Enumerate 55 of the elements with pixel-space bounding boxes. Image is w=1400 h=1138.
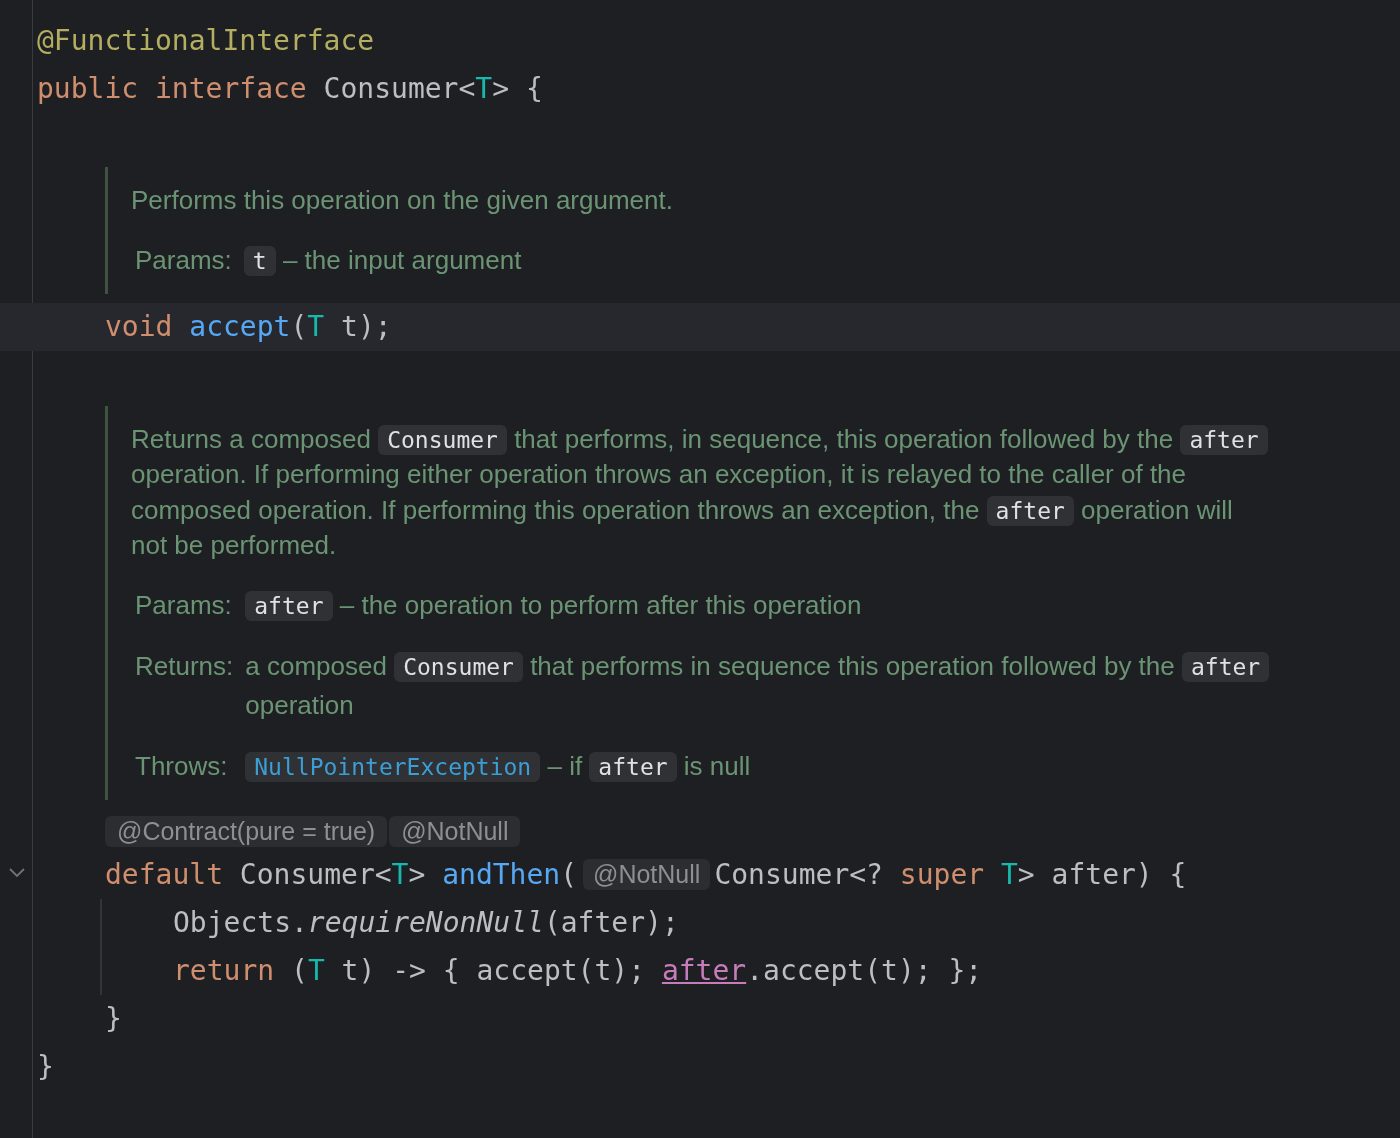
inline-code: after <box>1182 651 1270 682</box>
code-text: ( <box>560 858 578 891</box>
code-text: > after) { <box>1017 858 1187 891</box>
code-text: > { <box>492 71 543 105</box>
inline-code: t <box>243 245 276 276</box>
doc-tag-label: Params: <box>135 243 232 277</box>
keyword: super <box>899 858 985 891</box>
doc-tag-text: a composed Consumer that performs in sequence this operation followed by the after operation <box>245 646 1271 725</box>
type-parameter: T <box>999 858 1018 891</box>
keyword: public <box>37 71 139 105</box>
doc-tag-label: Params: <box>135 588 233 622</box>
code-text: Consumer< <box>322 71 476 105</box>
chevron-icon[interactable] <box>8 866 26 879</box>
type-parameter: T <box>307 954 325 987</box>
doc-tag-label: Throws: <box>135 749 229 783</box>
code-text: Consumer< <box>238 858 392 891</box>
keyword: default <box>105 858 223 891</box>
doc-description: Returns a composed Consumer that performs, in sequence, this operation followed by the after operation. If performing either operation throws an exception, it is relayed to the caller of the composed operation. If performing this operation throws an exception, the after operation will not be performed. <box>131 421 1271 564</box>
method-call: requireNonNull <box>307 906 544 939</box>
annotation: @FunctionalInterface <box>37 23 375 57</box>
inline-code: after <box>1180 424 1268 455</box>
doc-tag-text: t – the input argument <box>243 240 1271 280</box>
code-text: .accept(t); }; <box>746 954 983 987</box>
method-name: andThen <box>441 858 561 891</box>
inlay-hint: @Contract(pure = true) <box>105 816 388 847</box>
type-parameter: T <box>475 71 493 105</box>
inline-code: Consumer <box>378 424 507 455</box>
captured-variable: after <box>661 954 747 987</box>
inline-code: Consumer <box>394 651 523 682</box>
type-parameter: T <box>391 858 409 891</box>
code-text: Objects. <box>173 906 308 939</box>
code-text: t); <box>340 310 392 343</box>
inline-code: after <box>589 751 677 782</box>
method-name: accept <box>188 310 291 343</box>
keyword: interface <box>154 71 307 105</box>
keyword: return <box>173 954 275 987</box>
type-parameter: T <box>307 310 325 343</box>
doc-tag-label: Returns: <box>135 649 234 683</box>
code-text: t) -> { accept(t); <box>340 954 647 987</box>
code-text: (after); <box>543 906 679 939</box>
code-link[interactable]: NullPointerException <box>245 751 541 782</box>
inlay-hint: @NotNull <box>583 859 711 890</box>
inline-code: after <box>245 590 333 621</box>
doc-tag-text: after – the operation to perform after this operation <box>245 585 1271 625</box>
inline-code: after <box>986 495 1074 526</box>
code-text: } <box>37 1050 54 1083</box>
code-text: > <box>408 858 426 891</box>
code-text: } <box>105 1002 122 1035</box>
code-text: ( <box>290 310 308 343</box>
code-text: Consumer<? <box>714 858 884 891</box>
doc-tag-text: NullPointerException – if after is null <box>245 746 1271 786</box>
code-text: ( <box>290 954 308 987</box>
doc-description: Performs this operation on the given argument. <box>131 184 674 217</box>
keyword: void <box>105 310 173 343</box>
inlay-hint: @NotNull <box>389 816 521 847</box>
